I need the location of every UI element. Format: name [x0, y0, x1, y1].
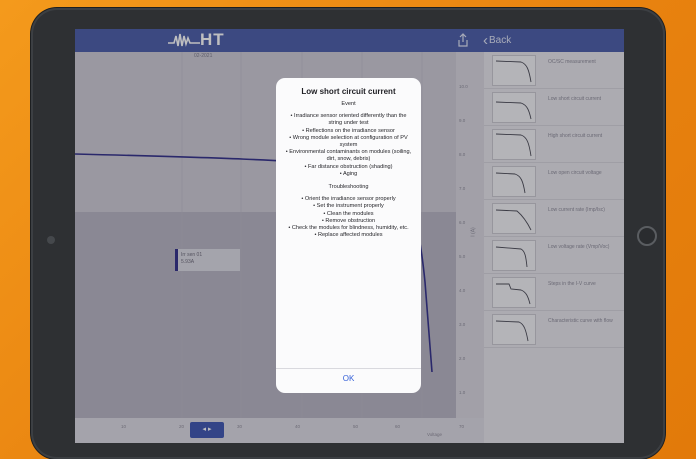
event-item: • Wrong module selection at configuratio…: [289, 134, 408, 149]
app-screen: HT ‹Back 02-2021 Irr sen 01 5.93A 10.0 9…: [75, 29, 624, 443]
troubleshooting-item: • Set the instrument properly: [313, 203, 384, 210]
event-item: • Reflections on the irradiance sensor: [302, 127, 395, 134]
alert-body: Event • Irradiance sensor oriented diffe…: [284, 100, 413, 239]
tablet-camera: [47, 236, 55, 244]
troubleshooting-item: • Clean the modules: [323, 210, 374, 217]
event-heading: Event: [341, 101, 356, 107]
tablet-home-button[interactable]: [637, 226, 657, 246]
event-item: • Environmental contaminants on modules …: [285, 149, 412, 163]
ok-button[interactable]: OK: [276, 374, 421, 383]
event-item: • Far distance obstruction (shading): [304, 163, 393, 170]
troubleshooting-item: • Replace affected modules: [314, 232, 383, 239]
alert-dialog: Low short circuit current Event • Irradi…: [276, 78, 421, 393]
troubleshooting-heading: Troubleshooting: [328, 184, 369, 191]
alert-divider: [276, 368, 421, 369]
alert-title: Low short circuit current: [301, 87, 396, 96]
event-item: • Irradiance sensor oriented differently…: [290, 113, 407, 127]
event-item: • Aging: [339, 170, 358, 177]
troubleshooting-item: • Check the modules for blindness, humid…: [288, 225, 409, 232]
troubleshooting-item: • Orient the irradiance sensor properly: [301, 196, 396, 203]
troubleshooting-item: • Remove obstruction: [321, 217, 376, 224]
